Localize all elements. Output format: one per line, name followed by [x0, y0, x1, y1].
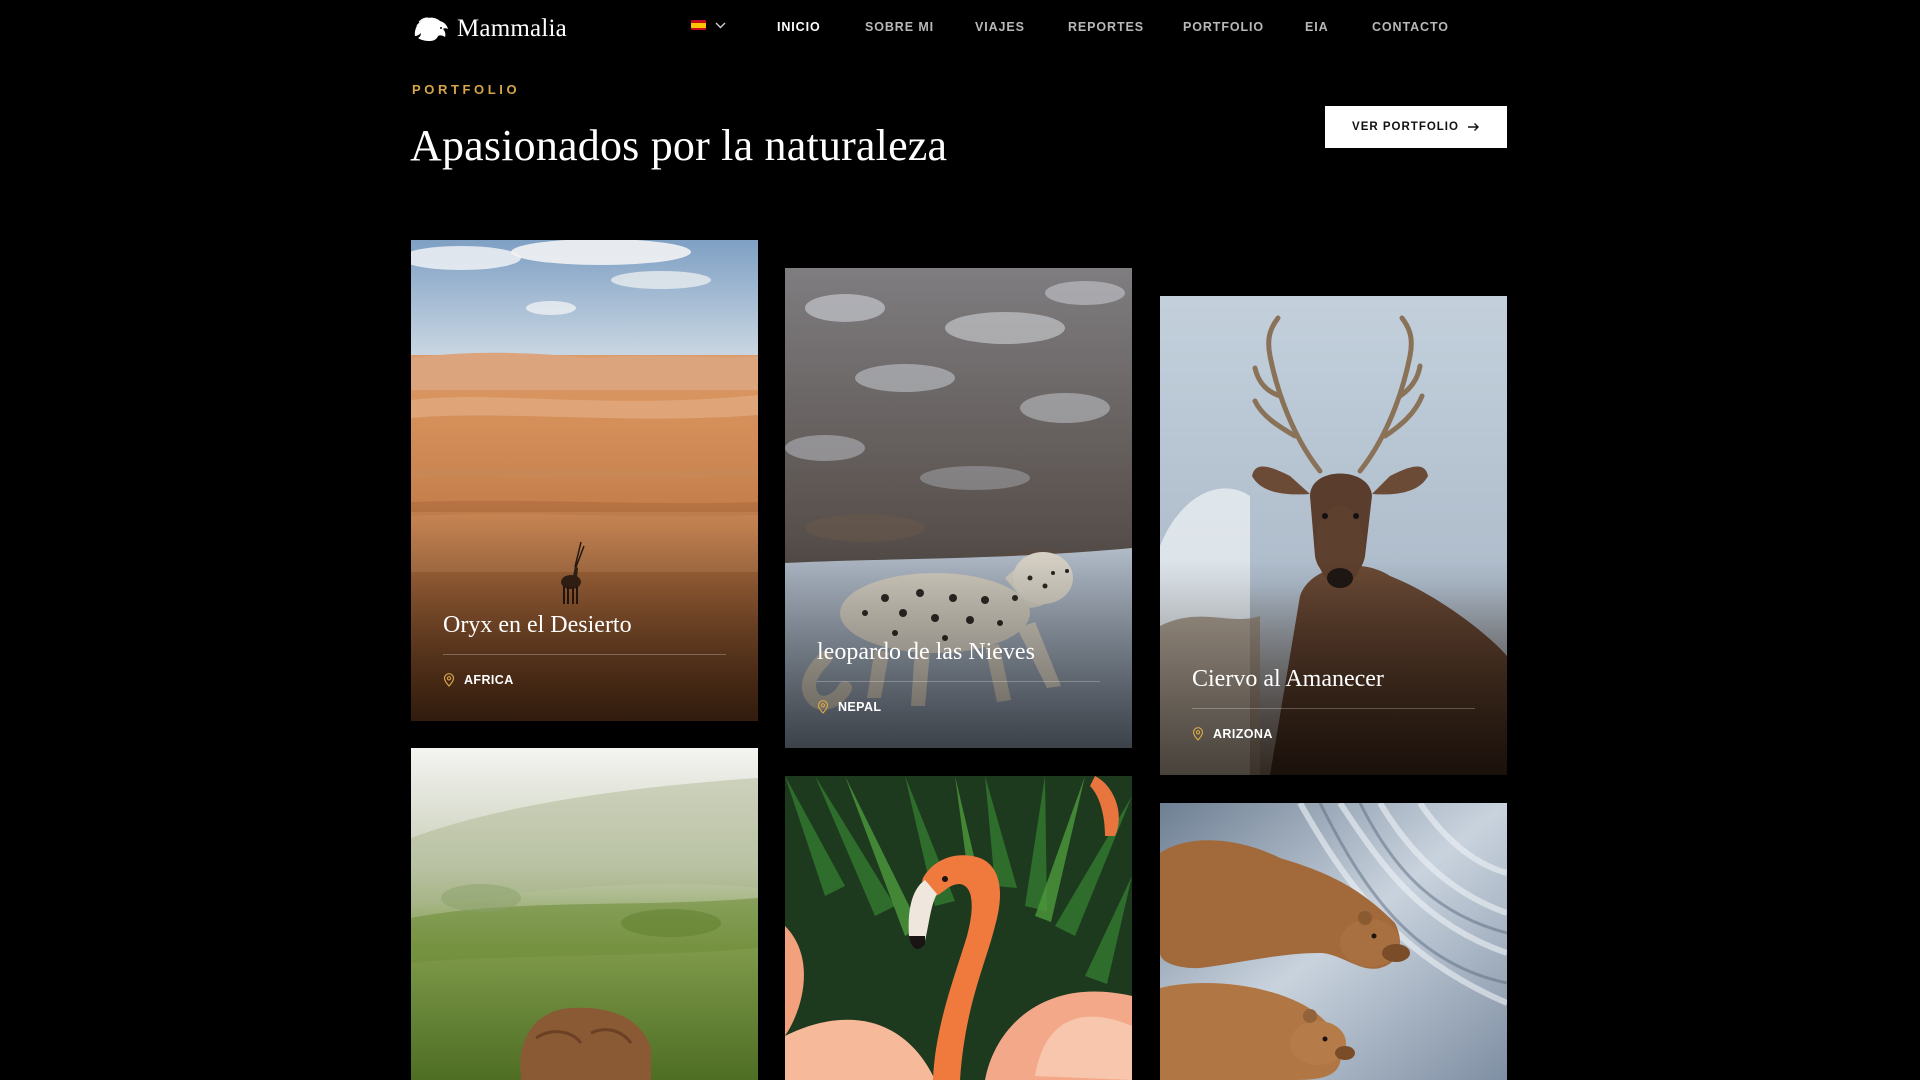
- card-title: leopardo de las Nieves: [817, 639, 1035, 665]
- highland-cattle-photo: [411, 748, 758, 1080]
- card-divider: [1192, 708, 1475, 709]
- portfolio-card-snow-leopard[interactable]: leopardo de las Nieves NEPAL: [785, 268, 1132, 748]
- view-portfolio-button[interactable]: VER PORTFOLIO: [1325, 106, 1507, 148]
- nav-item-sobre-mi[interactable]: SOBRE MI: [865, 20, 934, 34]
- main-nav: INICIO SOBRE MI VIAJES REPORTES PORTFOLI…: [0, 20, 1920, 38]
- nav-item-contacto[interactable]: CONTACTO: [1372, 20, 1449, 34]
- brown-bears-photo: [1160, 803, 1507, 1080]
- portfolio-card-oryx[interactable]: Oryx en el Desierto AFRICA: [411, 240, 758, 721]
- nav-item-viajes[interactable]: VIAJES: [975, 20, 1025, 34]
- portfolio-card-deer[interactable]: Ciervo al Amanecer ARIZONA: [1160, 296, 1507, 775]
- view-portfolio-label: VER PORTFOLIO: [1352, 121, 1459, 133]
- flamingo-photo: [785, 776, 1132, 1080]
- nav-item-eia[interactable]: EIA: [1305, 20, 1329, 34]
- card-location-label: NEPAL: [838, 700, 882, 714]
- map-pin-icon: [817, 700, 829, 714]
- portfolio-card-highland-cattle[interactable]: [411, 748, 758, 1080]
- portfolio-card-bears[interactable]: [1160, 803, 1507, 1080]
- map-pin-icon: [1192, 727, 1204, 741]
- map-pin-icon: [443, 673, 455, 687]
- card-location-label: AFRICA: [464, 673, 514, 687]
- section-eyebrow: PORTFOLIO: [412, 82, 521, 97]
- card-divider: [817, 681, 1100, 682]
- portfolio-card-flamingo[interactable]: [785, 776, 1132, 1080]
- nav-item-reportes[interactable]: REPORTES: [1068, 20, 1144, 34]
- card-title: Oryx en el Desierto: [443, 612, 632, 638]
- card-divider: [443, 654, 726, 655]
- section-title: Apasionados por la naturaleza: [410, 121, 948, 170]
- card-location: ARIZONA: [1192, 727, 1273, 741]
- card-location: AFRICA: [443, 673, 514, 687]
- nav-item-inicio[interactable]: INICIO: [777, 20, 821, 34]
- site-header: Mammalia INICIO SOBRE MI VIAJES REPORTES…: [0, 0, 1920, 58]
- arrow-right-icon: [1467, 123, 1479, 131]
- card-title: Ciervo al Amanecer: [1192, 666, 1384, 692]
- nav-item-portfolio[interactable]: PORTFOLIO: [1183, 20, 1264, 34]
- card-location: NEPAL: [817, 700, 881, 714]
- card-location-label: ARIZONA: [1213, 727, 1273, 741]
